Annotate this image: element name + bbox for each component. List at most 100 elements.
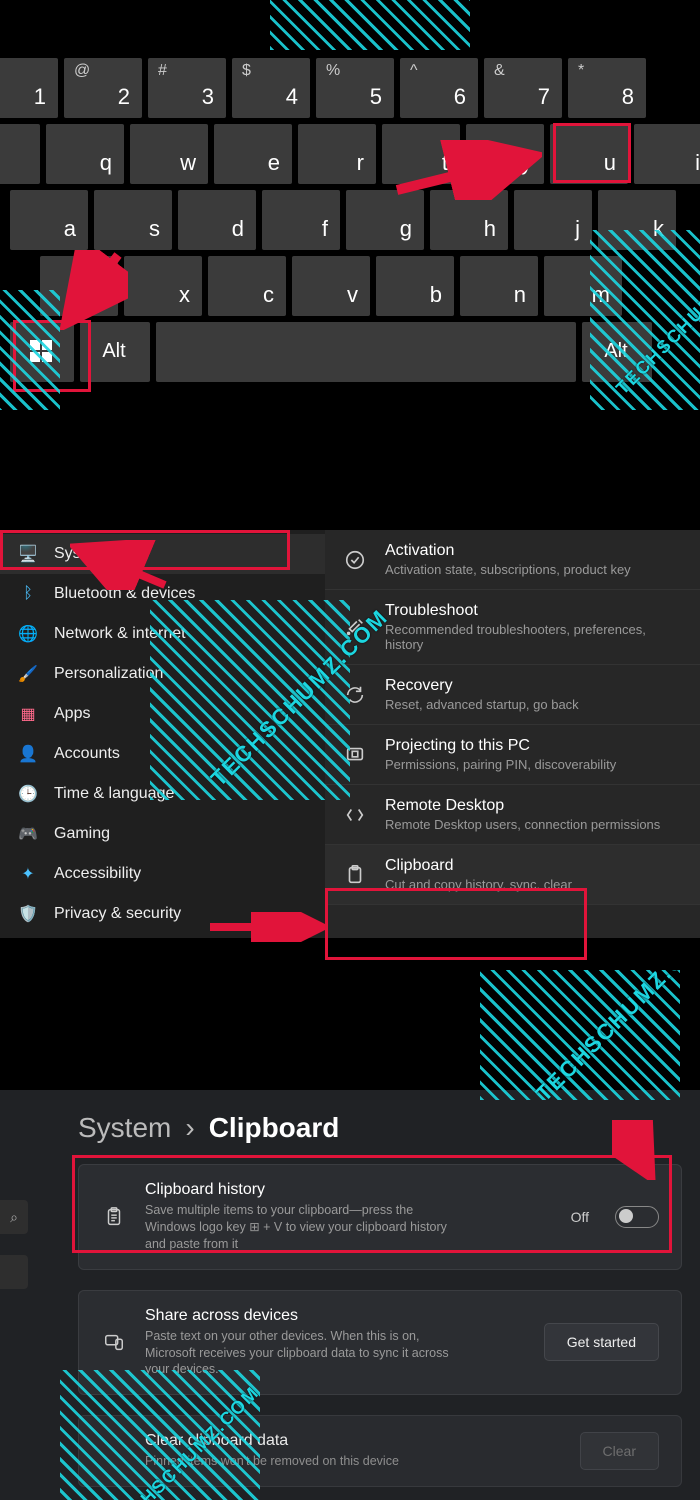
sidebar-item-gaming[interactable]: 🎮 Gaming (0, 814, 325, 854)
key-v[interactable]: v (292, 256, 370, 316)
watermark: TECHSCHUMZ.COM (531, 970, 700, 1107)
key-t[interactable]: t (382, 124, 460, 184)
key-j[interactable]: j (514, 190, 592, 250)
alt-key-right[interactable]: Alt (582, 322, 652, 382)
row-title: Recovery (385, 677, 579, 695)
nav-icon: 🌐 (18, 624, 38, 644)
key-s[interactable]: s (94, 190, 172, 250)
key-x[interactable]: x (124, 256, 202, 316)
key-edge[interactable] (0, 124, 40, 184)
share-across-devices-card: Share across devices Paste text on your … (78, 1290, 682, 1396)
key-5[interactable]: %5 (316, 58, 394, 118)
clipboard-settings-page: System › Clipboard Clipboard history Sav… (0, 1090, 700, 1500)
sidebar-item-apps[interactable]: ▦ Apps (0, 694, 325, 734)
toggle-state-label: Off (571, 1209, 589, 1225)
sidebar-item-system[interactable]: 🖥️ System (0, 534, 325, 574)
key-8[interactable]: *8 (568, 58, 646, 118)
key-c[interactable]: c (208, 256, 286, 316)
row-title: Projecting to this PC (385, 737, 616, 755)
clear-clipboard-title: Clear clipboard data (145, 1432, 399, 1450)
row-icon (343, 863, 367, 887)
nav-icon: 🕒 (18, 784, 38, 804)
sidebar-item-label: Network & internet (54, 625, 186, 643)
settings-row-clipboard[interactable]: Clipboard Cut and copy history, sync, cl… (325, 845, 700, 905)
breadcrumb-current: Clipboard (209, 1112, 340, 1144)
key-2[interactable]: @2 (64, 58, 142, 118)
key-4[interactable]: $4 (232, 58, 310, 118)
sidebar-item-privacy-security[interactable]: 🛡️ Privacy & security (0, 894, 325, 934)
settings-row-recovery[interactable]: Recovery Reset, advanced startup, go bac… (325, 665, 700, 725)
nav-icon: 🖌️ (18, 664, 38, 684)
key-3[interactable]: #3 (148, 58, 226, 118)
on-screen-keyboard: !1@2#3$4%5^6&7*8 qwertyuio asdfghjk zxcv… (0, 58, 700, 388)
nav-icon: 🎮 (18, 824, 38, 844)
settings-row-remote-desktop[interactable]: Remote Desktop Remote Desktop users, con… (325, 785, 700, 845)
key-b[interactable]: b (376, 256, 454, 316)
alt-key-left[interactable]: Alt (80, 322, 150, 382)
key-f[interactable]: f (262, 190, 340, 250)
key-i[interactable]: i (634, 124, 700, 184)
key-u[interactable]: u (550, 124, 628, 184)
key-7[interactable]: &7 (484, 58, 562, 118)
key-d[interactable]: d (178, 190, 256, 250)
key-e[interactable]: e (214, 124, 292, 184)
key-6[interactable]: ^6 (400, 58, 478, 118)
clipboard-history-title: Clipboard history (145, 1181, 455, 1199)
clipboard-history-toggle[interactable] (615, 1206, 659, 1228)
key-g[interactable]: g (346, 190, 424, 250)
row-title: Activation (385, 542, 631, 560)
clipboard-page-screenshot: System › Clipboard Clipboard history Sav… (0, 970, 700, 1500)
settings-row-troubleshoot[interactable]: Troubleshoot Recommended troubleshooters… (325, 590, 700, 665)
key-r[interactable]: r (298, 124, 376, 184)
key-n[interactable]: n (460, 256, 538, 316)
sidebar-item-accounts[interactable]: 👤 Accounts (0, 734, 325, 774)
sidebar-item-label: Time & language (54, 785, 174, 803)
clipboard-history-desc: Save multiple items to your clipboard—pr… (145, 1202, 455, 1253)
sync-devices-icon (101, 1329, 127, 1355)
row-icon (343, 548, 367, 572)
row-icon (343, 803, 367, 827)
chevron-right-icon: › (185, 1112, 194, 1144)
key-z[interactable]: z (40, 256, 118, 316)
sidebar-item-label: Privacy & security (54, 905, 181, 923)
search-rail-icon[interactable]: ⌕ (0, 1200, 28, 1234)
row-icon (343, 743, 367, 767)
row-subtitle: Remote Desktop users, connection permiss… (385, 817, 660, 832)
breadcrumb-parent[interactable]: System (78, 1112, 171, 1144)
sidebar-item-personalization[interactable]: 🖌️ Personalization (0, 654, 325, 694)
share-devices-title: Share across devices (145, 1307, 455, 1325)
sidebar-item-label: Apps (54, 705, 90, 723)
clear-button[interactable]: Clear (580, 1432, 659, 1470)
sidebar-item-label: System (54, 545, 107, 563)
windows-key[interactable] (10, 322, 74, 382)
windows-logo-icon (30, 340, 52, 362)
row-subtitle: Activation state, subscriptions, product… (385, 562, 631, 577)
rail-placeholder (0, 1255, 28, 1289)
sidebar-item-bluetooth-devices[interactable]: ᛒ Bluetooth & devices (0, 574, 325, 614)
settings-window: 🖥️ Systemᛒ Bluetooth & devices🌐 Network … (0, 530, 700, 938)
nav-icon: ✦ (18, 864, 38, 884)
key-h[interactable]: h (430, 190, 508, 250)
sidebar-item-time-language[interactable]: 🕒 Time & language (0, 774, 325, 814)
keyboard-screenshot: !1@2#3$4%5^6&7*8 qwertyuio asdfghjk zxcv… (0, 0, 700, 410)
sidebar-item-accessibility[interactable]: ✦ Accessibility (0, 854, 325, 894)
settings-row-projecting-to-this-pc[interactable]: Projecting to this PC Permissions, pairi… (325, 725, 700, 785)
sidebar-item-label: Gaming (54, 825, 110, 843)
key-a[interactable]: a (10, 190, 88, 250)
key-m[interactable]: m (544, 256, 622, 316)
nav-icon: ᛒ (18, 584, 38, 604)
key-w[interactable]: w (130, 124, 208, 184)
get-started-button[interactable]: Get started (544, 1323, 659, 1361)
sidebar-item-label: Accounts (54, 745, 120, 763)
row-subtitle: Reset, advanced startup, go back (385, 697, 579, 712)
key-k[interactable]: k (598, 190, 676, 250)
key-q[interactable]: q (46, 124, 124, 184)
key-1[interactable]: !1 (0, 58, 58, 118)
share-devices-desc: Paste text on your other devices. When t… (145, 1328, 455, 1379)
row-title: Troubleshoot (385, 602, 682, 620)
key-y[interactable]: y (466, 124, 544, 184)
settings-row-activation[interactable]: Activation Activation state, subscriptio… (325, 530, 700, 590)
sidebar-item-network-internet[interactable]: 🌐 Network & internet (0, 614, 325, 654)
space-key[interactable] (156, 322, 576, 382)
sidebar-item-label: Personalization (54, 665, 163, 683)
